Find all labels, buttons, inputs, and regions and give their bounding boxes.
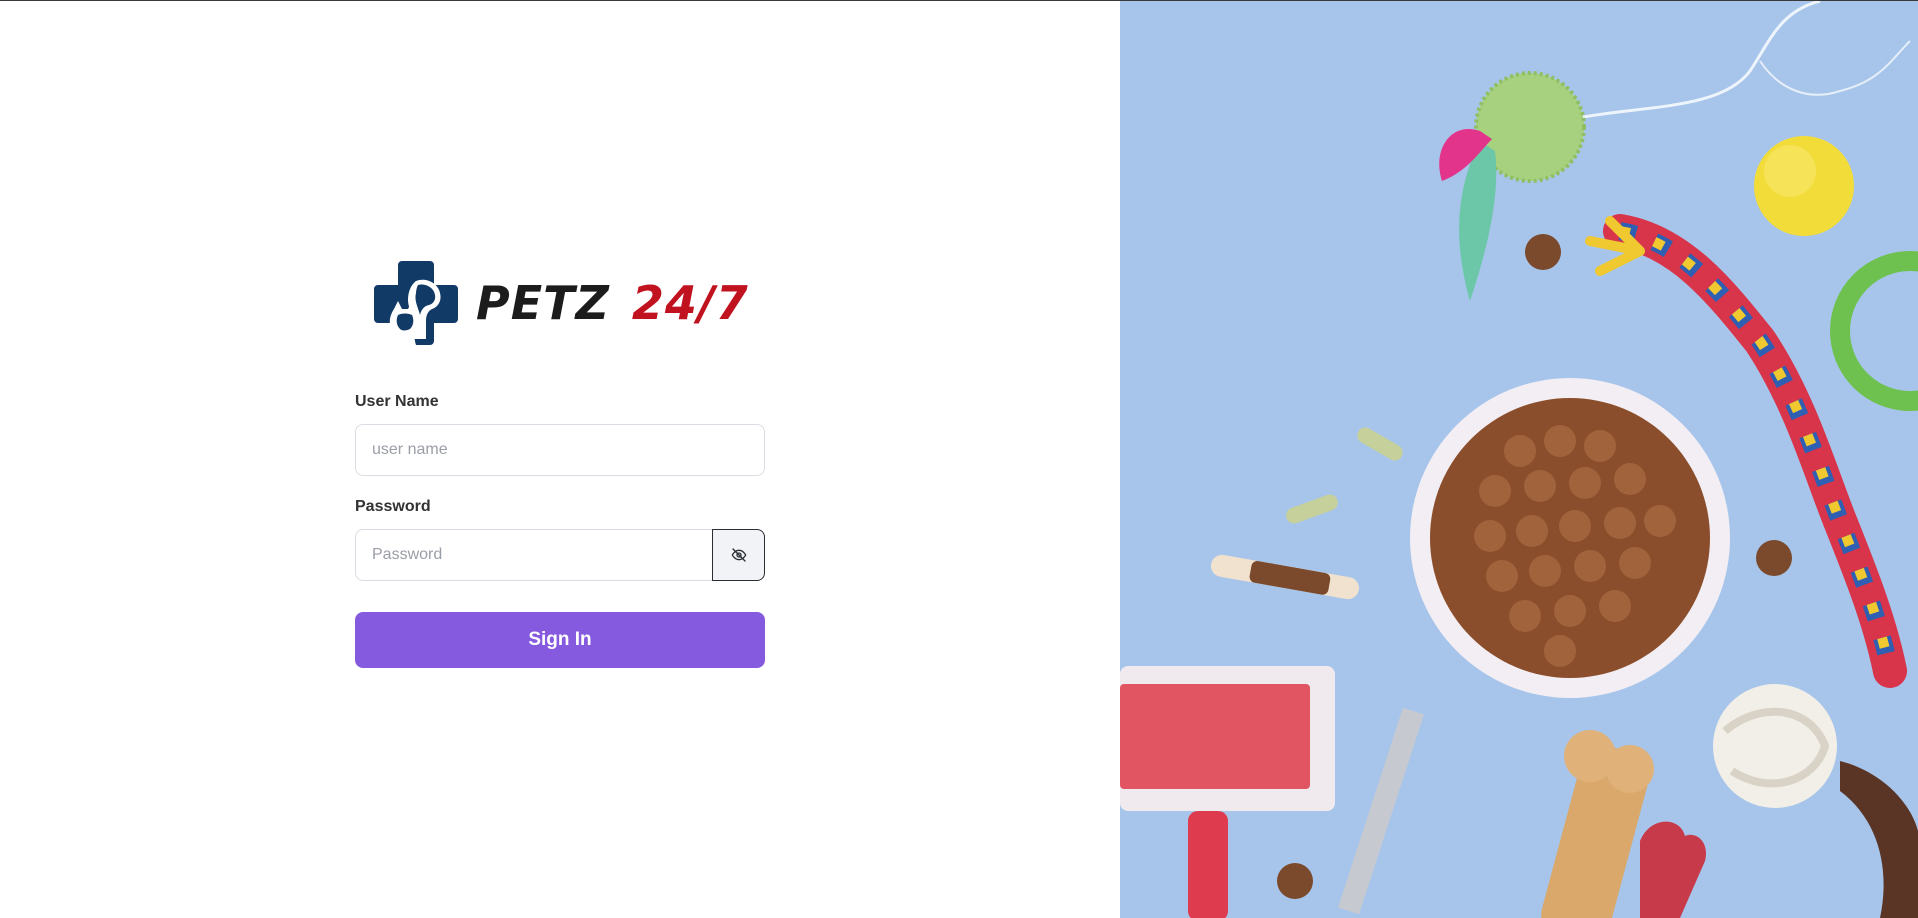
brand-word: PETZ xyxy=(476,276,610,330)
brand-logo: PETZ 24/7 xyxy=(372,257,749,349)
password-row xyxy=(355,529,765,581)
password-input[interactable] xyxy=(355,529,712,581)
password-group: Password xyxy=(355,498,765,581)
pet-cross-logo-icon xyxy=(374,261,458,345)
toggle-password-visibility-button[interactable] xyxy=(712,529,765,581)
username-label: User Name xyxy=(355,393,439,410)
pet-supplies-photo xyxy=(1120,1,1918,918)
sign-in-button[interactable]: Sign In xyxy=(355,612,765,668)
eye-off-icon xyxy=(731,548,746,562)
brand-number: 24/7 xyxy=(631,276,749,330)
username-group: User Name xyxy=(355,393,765,476)
login-panel: PETZ 24/7 User Name Password Sign I xyxy=(0,1,1120,918)
login-form: User Name Password Sign In xyxy=(355,393,765,668)
username-input[interactable] xyxy=(355,424,765,476)
brand-name: PETZ 24/7 xyxy=(476,276,749,330)
hero-image xyxy=(1120,1,1918,918)
password-label: Password xyxy=(355,498,431,515)
